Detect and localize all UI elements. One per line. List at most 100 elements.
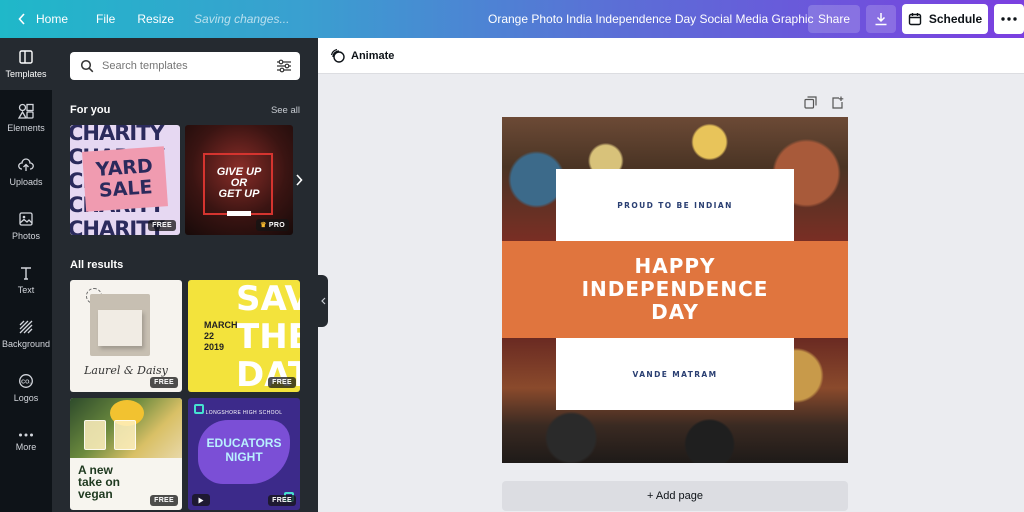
animate-label: Animate — [351, 49, 395, 62]
rail-item-more[interactable]: More — [0, 416, 52, 468]
bottom-text-box[interactable]: VANDE MATRAM — [556, 338, 794, 410]
template-text: 2019 — [204, 342, 225, 352]
template-text: GET UP — [218, 188, 260, 200]
rail-label: Uploads — [9, 177, 43, 187]
accent-shape — [194, 404, 204, 414]
template-text: vegan — [78, 487, 113, 501]
template-text: EDUCATORS — [206, 436, 282, 450]
rail-label: More — [15, 442, 37, 452]
home-button[interactable]: Home — [12, 5, 74, 33]
for-you-heading: For you — [70, 104, 111, 116]
top-bar: Home File Resize Saving changes... Orang… — [0, 0, 1024, 38]
more-options-button[interactable] — [994, 4, 1024, 34]
rail-item-photos[interactable]: Photos — [0, 200, 52, 252]
template-text: CHARITY — [70, 125, 165, 145]
design-title[interactable]: Orange Photo India Independence Day Soci… — [488, 12, 814, 26]
logo-icon: CO. — [19, 374, 33, 388]
rail-item-templates[interactable]: Templates — [0, 38, 52, 90]
template-give-up[interactable]: GIVE UP OR GET UP ♛ PRO — [185, 125, 293, 235]
schedule-button[interactable]: Schedule — [902, 4, 988, 34]
template-text: MARCH — [204, 320, 238, 330]
yard-sale-label: YARD SALE — [82, 146, 168, 212]
download-icon — [875, 13, 887, 26]
free-badge: FREE — [268, 495, 296, 506]
free-badge: FREE — [268, 377, 296, 388]
free-badge: FREE — [150, 377, 178, 388]
chevron-left-icon — [18, 13, 25, 25]
search-input[interactable] — [102, 60, 262, 72]
resize-menu[interactable]: Resize — [137, 12, 174, 26]
duplicate-icon — [804, 96, 817, 109]
all-results-heading: All results — [70, 259, 124, 271]
templates-panel: For you See all CHARITY CHARITY CHARITY … — [52, 38, 318, 512]
play-icon — [198, 497, 204, 503]
proud-text: PROUD TO BE INDIAN — [617, 200, 733, 210]
calendar-icon — [908, 13, 922, 26]
video-indicator — [192, 494, 210, 506]
rail-label: Background — [1, 339, 51, 349]
template-heading: GIVE UP OR GET UP — [185, 167, 293, 200]
rail-item-text[interactable]: Text — [0, 254, 52, 306]
background-icon — [19, 320, 33, 334]
template-text: 22 — [204, 331, 215, 341]
template-button-shape — [227, 211, 251, 216]
template-heading: SAVE THE DATE — [236, 280, 300, 392]
rail-item-elements[interactable]: Elements — [0, 92, 52, 144]
add-page-button[interactable]: + Add page — [502, 481, 848, 511]
home-label: Home — [36, 12, 69, 26]
editor-toolbar: Animate — [318, 38, 1024, 74]
animate-button[interactable]: Animate — [330, 48, 394, 63]
top-text-box[interactable]: PROUD TO BE INDIAN — [556, 169, 794, 241]
free-badge: FREE — [148, 220, 176, 231]
pro-badge-label: PRO — [268, 222, 285, 229]
template-heading: EDUCATORS NIGHT — [188, 436, 300, 464]
add-page-icon-button[interactable] — [831, 96, 844, 109]
svg-text:CO.: CO. — [21, 379, 31, 385]
side-rail: Templates Elements Uploads Photos Text B… — [0, 38, 52, 512]
template-text: LONGSHORE HIGH SCHOOL — [205, 410, 283, 416]
rail-item-background[interactable]: Background — [0, 308, 52, 360]
headline-band[interactable]: HAPPY INDEPENDENCE DAY — [502, 241, 848, 338]
design-canvas[interactable]: PROUD TO BE INDIAN HAPPY INDEPENDENCE DA… — [502, 117, 848, 463]
rail-label: Text — [17, 285, 35, 295]
glass-shape — [114, 420, 136, 450]
rail-item-uploads[interactable]: Uploads — [0, 146, 52, 198]
file-menu[interactable]: File — [96, 12, 115, 26]
collapse-panel-button[interactable] — [318, 275, 328, 327]
chevron-right-icon — [296, 174, 303, 186]
ellipsis-icon — [1001, 17, 1017, 21]
search-icon — [80, 59, 94, 73]
photo-icon — [19, 212, 33, 226]
template-educators-night[interactable]: LONGSHORE HIGH SCHOOL EDUCATORS NIGHT FR… — [188, 398, 300, 510]
schedule-label: Schedule — [928, 12, 983, 26]
templates-icon — [19, 50, 33, 64]
rail-label: Elements — [7, 123, 45, 133]
search-bar — [70, 52, 300, 80]
more-icon — [19, 433, 33, 437]
template-text: SAVE — [236, 280, 300, 319]
template-laurel-daisy[interactable]: Laurel & Daisy FREE — [70, 280, 182, 392]
download-button[interactable] — [866, 5, 896, 33]
filter-icon[interactable] — [276, 59, 292, 73]
rail-label: Logos — [13, 393, 39, 403]
headline-line-2: INDEPENDENCE — [581, 277, 769, 301]
template-date: MARCH 22 2019 — [204, 320, 238, 353]
template-photo — [70, 398, 182, 458]
glass-shape — [84, 420, 106, 450]
template-yard-sale[interactable]: CHARITY CHARITY CHARITY CHARITY CHARITY … — [70, 125, 180, 235]
template-text: SALE — [98, 176, 154, 202]
headline-line-3: DAY — [651, 300, 699, 324]
rail-label: Templates — [5, 69, 47, 79]
elements-icon — [18, 103, 34, 119]
carousel-next-button[interactable] — [292, 170, 306, 190]
see-all-link[interactable]: See all — [271, 105, 300, 116]
free-badge: FREE — [150, 495, 178, 506]
template-vegan[interactable]: A new take on vegan FREE — [70, 398, 182, 510]
template-text: Laurel & Daisy — [84, 364, 168, 377]
share-button[interactable]: Share — [808, 5, 860, 33]
chevron-left-icon — [320, 297, 325, 305]
duplicate-page-button[interactable] — [804, 96, 817, 109]
template-save-the-date[interactable]: SAVE THE DATE MARCH 22 2019 FREE — [188, 280, 300, 392]
rail-item-logos[interactable]: CO. Logos — [0, 362, 52, 414]
headline-line-1: HAPPY — [634, 254, 716, 278]
